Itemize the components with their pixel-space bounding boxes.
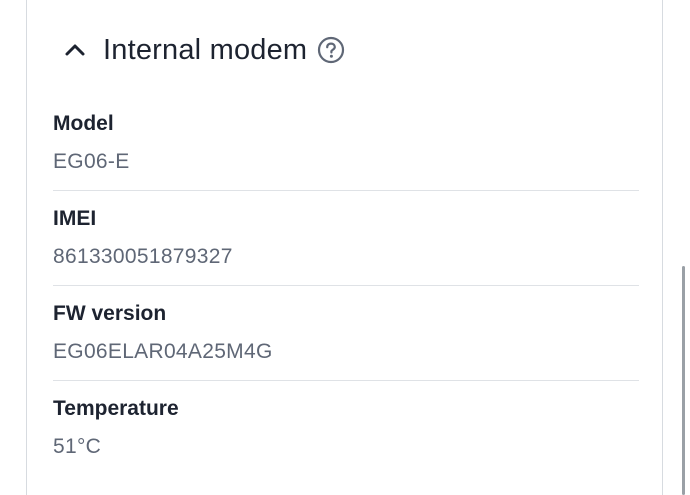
model-row: Model EG06-E [53,96,639,191]
help-circle-icon[interactable] [317,36,345,64]
fw-version-label: FW version [53,302,167,325]
chevron-up-icon[interactable] [63,38,87,62]
section-title: Internal modem [103,33,308,66]
model-label: Model [53,112,114,135]
modem-info-list: Model EG06-E IMEI 861330051879327 FW ver… [53,96,639,476]
model-value: EG06-E [53,150,130,173]
imei-value: 861330051879327 [53,245,233,268]
scrollbar-thumb[interactable] [682,266,685,495]
fw-version-value: EG06ELAR04A25M4G [53,340,273,363]
modem-settings-screen: Internal modem Model EG06-E IMEI 8613300… [0,0,690,495]
fw-version-row: FW version EG06ELAR04A25M4G [53,286,639,381]
imei-row: IMEI 861330051879327 [53,191,639,286]
modem-card: Internal modem Model EG06-E IMEI 8613300… [26,0,663,495]
temperature-label: Temperature [53,397,179,420]
imei-label: IMEI [53,207,97,230]
internal-modem-section-toggle[interactable]: Internal modem [63,28,345,72]
temperature-value: 51°C [53,435,102,458]
temperature-row: Temperature 51°C [53,381,639,476]
